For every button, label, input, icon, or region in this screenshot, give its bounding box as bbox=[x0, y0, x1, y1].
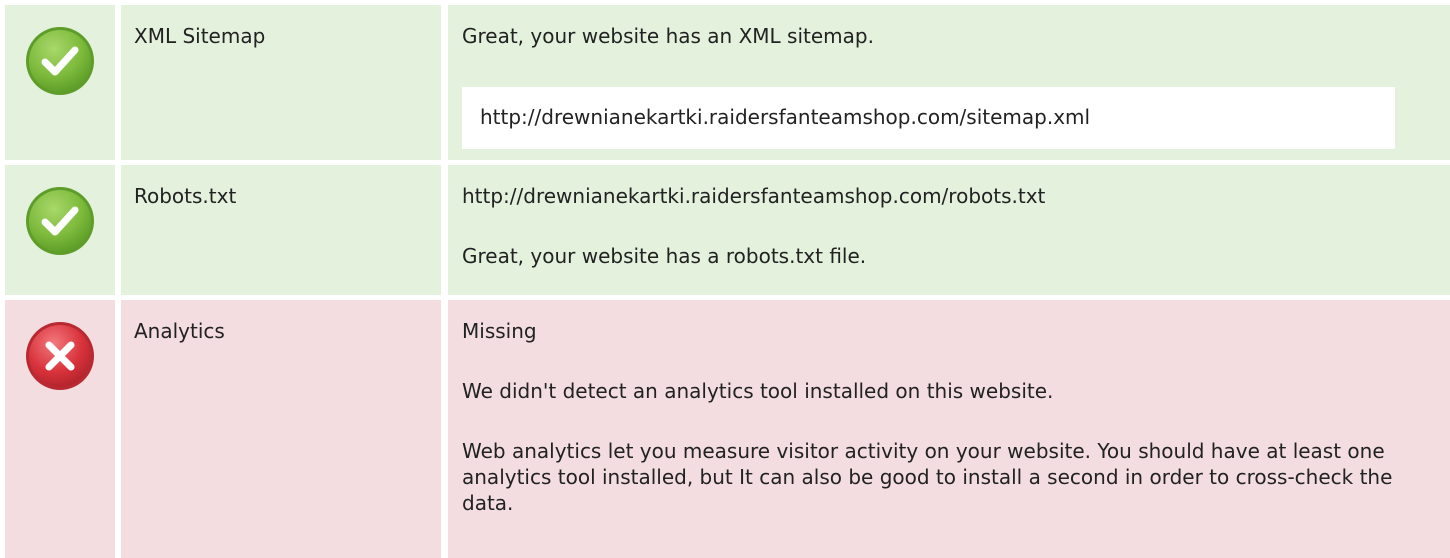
check-circle-icon bbox=[26, 187, 94, 255]
check-advice: Web analytics let you measure visitor ac… bbox=[462, 439, 1393, 515]
check-detail-cell: http://drewnianekartki.raidersfanteamsho… bbox=[448, 165, 1450, 295]
check-label: Analytics bbox=[134, 319, 225, 343]
status-cell bbox=[5, 165, 115, 295]
check-label-cell: Analytics bbox=[121, 300, 441, 558]
check-label: XML Sitemap bbox=[134, 24, 266, 48]
status-cell bbox=[5, 300, 115, 558]
check-detail-cell: Great, your website has an XML sitemap. … bbox=[448, 5, 1450, 160]
check-label: Robots.txt bbox=[134, 184, 237, 208]
check-message: Great, your website has a robots.txt fil… bbox=[462, 244, 867, 268]
check-message: We didn't detect an analytics tool insta… bbox=[462, 379, 1054, 403]
check-label-cell: Robots.txt bbox=[121, 165, 441, 295]
check-status-text: Missing bbox=[462, 319, 537, 343]
check-row-analytics: Analytics Missing We didn't detect an an… bbox=[0, 300, 1450, 558]
robots-url: http://drewnianekartki.raidersfanteamsho… bbox=[462, 184, 1046, 208]
check-circle-icon bbox=[26, 27, 94, 95]
x-circle-icon bbox=[26, 322, 94, 390]
check-detail-cell: Missing We didn't detect an analytics to… bbox=[448, 300, 1450, 558]
check-message: Great, your website has an XML sitemap. bbox=[462, 24, 874, 48]
seo-report: XML Sitemap Great, your website has an X… bbox=[0, 0, 1450, 558]
status-cell bbox=[5, 5, 115, 160]
sitemap-url-box: http://drewnianekartki.raidersfanteamsho… bbox=[462, 87, 1395, 149]
check-row-robots-txt: Robots.txt http://drewnianekartki.raider… bbox=[0, 165, 1450, 295]
check-row-xml-sitemap: XML Sitemap Great, your website has an X… bbox=[0, 5, 1450, 160]
check-label-cell: XML Sitemap bbox=[121, 5, 441, 160]
